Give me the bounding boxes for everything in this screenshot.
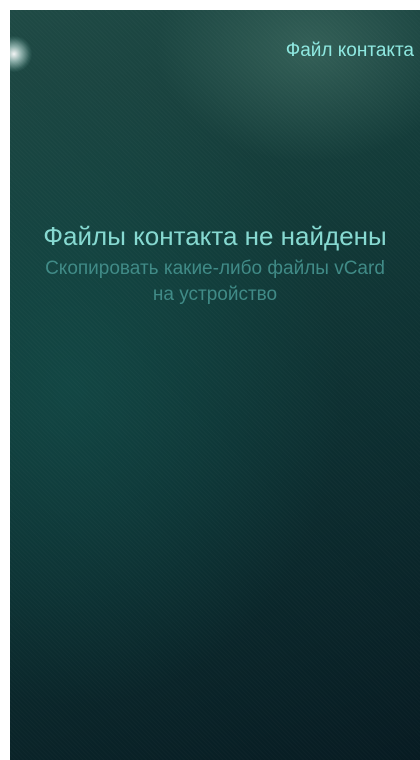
pulley-menu-indicator xyxy=(10,36,32,72)
empty-state-text: Файлы контакта не найдены xyxy=(43,221,387,251)
empty-state-hint: Скопировать какие-либо файлы vCard на ус… xyxy=(45,258,385,305)
app-screen: Файл контакта Файлы контакта не найдены … xyxy=(10,10,420,760)
page-title: Файл контакта xyxy=(285,40,414,61)
empty-state-placeholder: Файлы контакта не найдены Скопировать ка… xyxy=(10,220,420,308)
